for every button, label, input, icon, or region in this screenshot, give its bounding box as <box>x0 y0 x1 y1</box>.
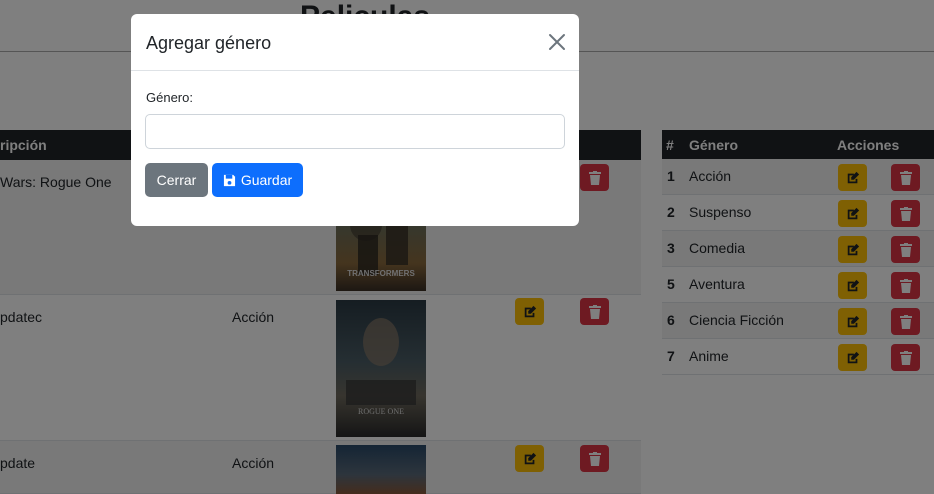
modal-title: Agregar género <box>146 33 272 53</box>
close-icon[interactable] <box>547 32 567 52</box>
genre-input[interactable] <box>145 114 565 149</box>
save-button[interactable]: Guardar <box>212 163 303 197</box>
save-button-label: Guardar <box>240 172 293 188</box>
genre-field-label: Género: <box>146 90 193 105</box>
close-button[interactable]: Cerrar <box>145 163 208 197</box>
add-genre-modal: Agregar género Género: Cerrar Guardar <box>131 14 579 226</box>
floppy-disk-icon <box>223 174 235 186</box>
modal-header: Agregar género <box>131 14 579 71</box>
